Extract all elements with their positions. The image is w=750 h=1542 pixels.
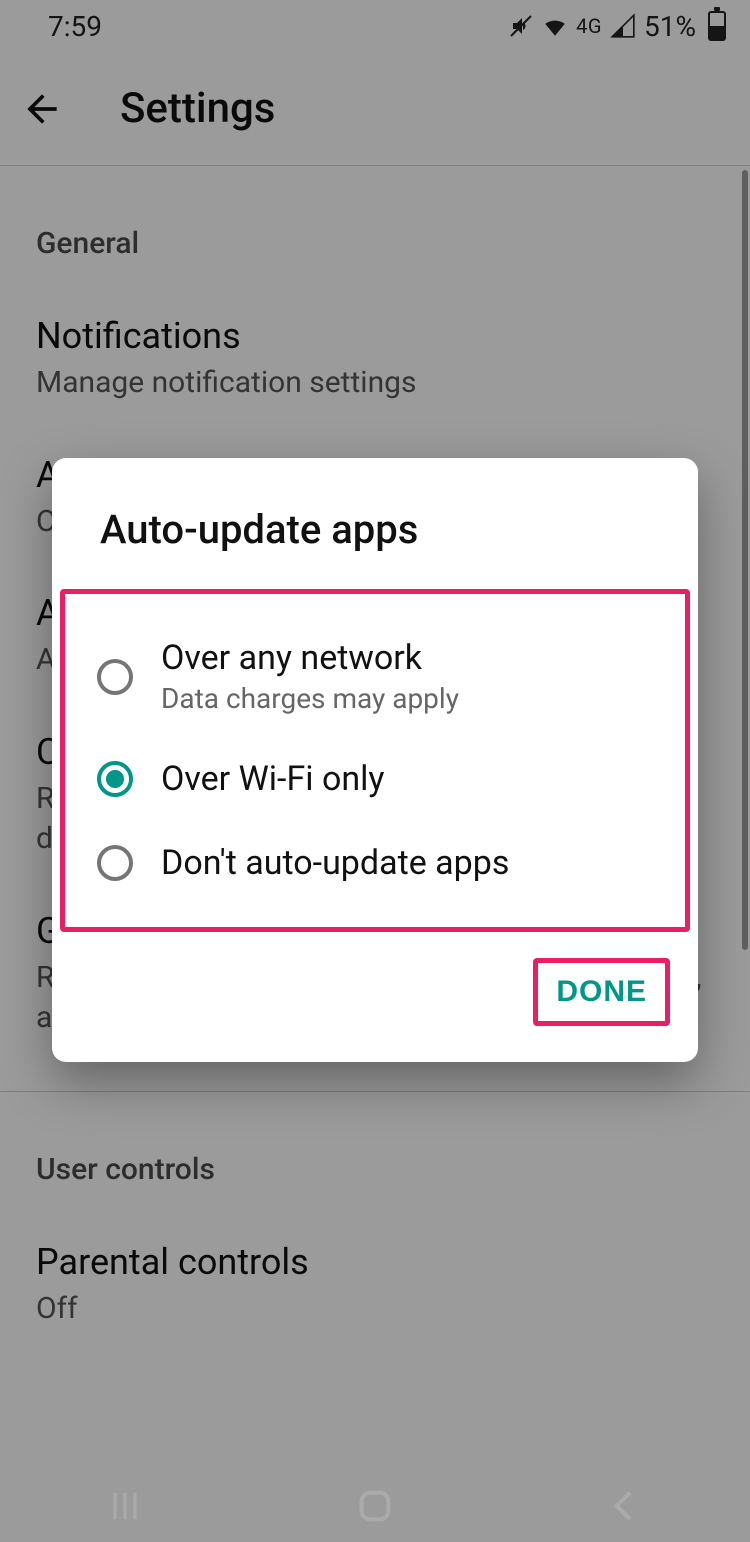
option-label: Don't auto-update apps bbox=[161, 843, 509, 883]
done-button[interactable]: DONE bbox=[533, 958, 670, 1026]
nav-recents-icon[interactable] bbox=[101, 1482, 149, 1530]
radio-icon bbox=[97, 761, 133, 797]
option-dont-auto-update[interactable]: Don't auto-update apps bbox=[77, 821, 673, 905]
radio-icon bbox=[97, 845, 133, 881]
nav-back-icon[interactable] bbox=[601, 1482, 649, 1530]
option-over-any-network[interactable]: Over any network Data charges may apply bbox=[77, 616, 673, 737]
option-over-wifi-only[interactable]: Over Wi-Fi only bbox=[77, 737, 673, 821]
auto-update-dialog: Auto-update apps Over any network Data c… bbox=[52, 458, 698, 1062]
radio-icon bbox=[97, 659, 133, 695]
system-nav-bar bbox=[0, 1470, 750, 1542]
highlight-options: Over any network Data charges may apply … bbox=[60, 589, 690, 932]
dialog-title: Auto-update apps bbox=[52, 506, 698, 573]
option-sublabel: Data charges may apply bbox=[161, 682, 459, 715]
option-label: Over Wi-Fi only bbox=[161, 759, 384, 799]
dialog-actions: DONE bbox=[52, 950, 698, 1032]
option-label: Over any network bbox=[161, 638, 459, 678]
nav-home-icon[interactable] bbox=[351, 1482, 399, 1530]
